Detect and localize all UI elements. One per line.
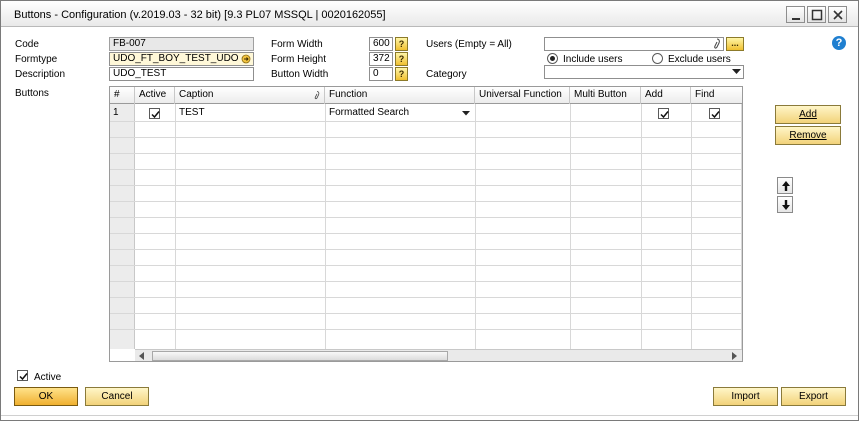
formtype-label: Formtype bbox=[15, 54, 58, 65]
category-select[interactable] bbox=[544, 65, 744, 79]
link-arrow-icon[interactable] bbox=[241, 53, 251, 65]
arrow-up-icon bbox=[782, 181, 790, 191]
column-header-find[interactable]: Find bbox=[691, 87, 742, 104]
button-width-help-button[interactable]: ? bbox=[395, 67, 408, 81]
arrow-down-icon bbox=[782, 200, 790, 210]
row-function-select[interactable]: Formatted Search bbox=[326, 105, 474, 121]
close-icon bbox=[833, 10, 843, 20]
caption-link-icon bbox=[314, 91, 320, 100]
include-users-label: Include users bbox=[563, 54, 623, 65]
exclude-users-radio[interactable] bbox=[652, 53, 663, 64]
form-height-help-button[interactable]: ? bbox=[395, 52, 408, 66]
checkmark-icon bbox=[660, 111, 669, 119]
grid-divider bbox=[110, 121, 742, 122]
row-caption[interactable]: TEST bbox=[176, 105, 205, 121]
scroll-left-icon[interactable] bbox=[139, 352, 145, 360]
column-header-number[interactable]: # bbox=[110, 87, 135, 104]
minimize-icon bbox=[792, 18, 800, 20]
cancel-button[interactable]: Cancel bbox=[85, 387, 149, 406]
checkmark-icon bbox=[711, 111, 720, 119]
users-label: Users (Empty = All) bbox=[426, 39, 512, 50]
formtype-field[interactable]: UDO_FT_BOY_TEST_UDO bbox=[109, 52, 254, 66]
maximize-button[interactable] bbox=[807, 6, 826, 23]
row-multi-button[interactable] bbox=[571, 105, 574, 121]
exclude-users-label: Exclude users bbox=[668, 54, 731, 65]
users-browse-button[interactable]: ... bbox=[726, 37, 744, 51]
move-down-button[interactable] bbox=[777, 196, 793, 213]
add-button-label: Add bbox=[799, 109, 817, 120]
row-active-checkbox[interactable] bbox=[149, 108, 160, 119]
form-height-label: Form Height bbox=[271, 54, 327, 65]
add-button[interactable]: Add bbox=[775, 105, 841, 124]
column-header-universal-function[interactable]: Universal Function bbox=[475, 87, 570, 104]
column-header-add[interactable]: Add bbox=[641, 87, 691, 104]
close-button[interactable] bbox=[828, 6, 847, 23]
active-checkbox[interactable] bbox=[17, 370, 28, 381]
row-number: 1 bbox=[113, 107, 119, 118]
grid-divider bbox=[110, 249, 742, 250]
row-universal-function[interactable] bbox=[476, 105, 479, 121]
link-icon bbox=[714, 38, 720, 49]
grid-divider bbox=[110, 153, 742, 154]
help-icon[interactable]: ? bbox=[832, 36, 846, 50]
active-label: Active bbox=[34, 372, 62, 383]
grid-divider bbox=[110, 217, 742, 218]
code-label: Code bbox=[15, 39, 39, 50]
description-label: Description bbox=[15, 69, 66, 80]
title-bar[interactable]: Buttons - Configuration (v.2019.03 - 32 … bbox=[1, 1, 858, 27]
configuration-window: Buttons - Configuration (v.2019.03 - 32 … bbox=[0, 0, 859, 421]
scrollbar-thumb[interactable] bbox=[152, 351, 448, 361]
category-label: Category bbox=[426, 69, 467, 80]
column-header-caption[interactable]: Caption bbox=[175, 87, 325, 104]
grid-divider bbox=[110, 169, 742, 170]
move-up-button[interactable] bbox=[777, 177, 793, 194]
row-find-checkbox[interactable] bbox=[709, 108, 720, 119]
form-width-label: Form Width bbox=[271, 39, 323, 50]
window-title: Buttons - Configuration (v.2019.03 - 32 … bbox=[14, 9, 386, 21]
row-add-checkbox[interactable] bbox=[658, 108, 669, 119]
include-users-radio[interactable] bbox=[547, 53, 558, 64]
chevron-down-icon bbox=[732, 69, 741, 74]
grid-divider bbox=[110, 233, 742, 234]
checkmark-icon bbox=[151, 111, 160, 119]
ok-button[interactable]: OK bbox=[14, 387, 78, 406]
form-width-field[interactable]: 600 bbox=[369, 37, 393, 51]
buttons-label: Buttons bbox=[15, 88, 49, 99]
users-field[interactable] bbox=[544, 37, 724, 51]
description-field[interactable]: UDO_TEST bbox=[109, 67, 254, 81]
window-bottom-border bbox=[1, 415, 858, 416]
button-width-label: Button Width bbox=[271, 69, 329, 80]
grid-divider bbox=[110, 281, 742, 282]
column-header-function[interactable]: Function bbox=[325, 87, 475, 104]
export-button[interactable]: Export bbox=[781, 387, 846, 406]
grid-divider bbox=[110, 201, 742, 202]
grid-divider bbox=[110, 313, 742, 314]
row-function-value: Formatted Search bbox=[329, 107, 410, 118]
grid-divider bbox=[110, 185, 742, 186]
column-header-multi-button[interactable]: Multi Button bbox=[570, 87, 641, 104]
grid-header: # Active Caption Function Universal Func… bbox=[110, 87, 742, 104]
maximize-icon bbox=[811, 9, 823, 21]
grid-divider bbox=[110, 265, 742, 266]
button-width-field[interactable]: 0 bbox=[369, 67, 393, 81]
chevron-down-icon bbox=[462, 111, 470, 116]
checkmark-icon bbox=[19, 373, 28, 381]
remove-button-label: Remove bbox=[789, 130, 827, 141]
buttons-grid: # Active Caption Function Universal Func… bbox=[109, 86, 743, 362]
formtype-value: UDO_FT_BOY_TEST_UDO bbox=[113, 53, 239, 64]
form-width-help-button[interactable]: ? bbox=[395, 37, 408, 51]
horizontal-scrollbar[interactable] bbox=[135, 349, 742, 361]
grid-divider bbox=[110, 297, 742, 298]
minimize-button[interactable] bbox=[786, 6, 805, 23]
scroll-right-icon[interactable] bbox=[732, 352, 738, 360]
remove-button[interactable]: Remove bbox=[775, 126, 841, 145]
import-button[interactable]: Import bbox=[713, 387, 778, 406]
form-height-field[interactable]: 372 bbox=[369, 52, 393, 66]
code-field[interactable]: FB-007 bbox=[109, 37, 254, 51]
grid-divider bbox=[110, 329, 742, 330]
column-header-active[interactable]: Active bbox=[135, 87, 175, 104]
grid-divider bbox=[110, 137, 742, 138]
